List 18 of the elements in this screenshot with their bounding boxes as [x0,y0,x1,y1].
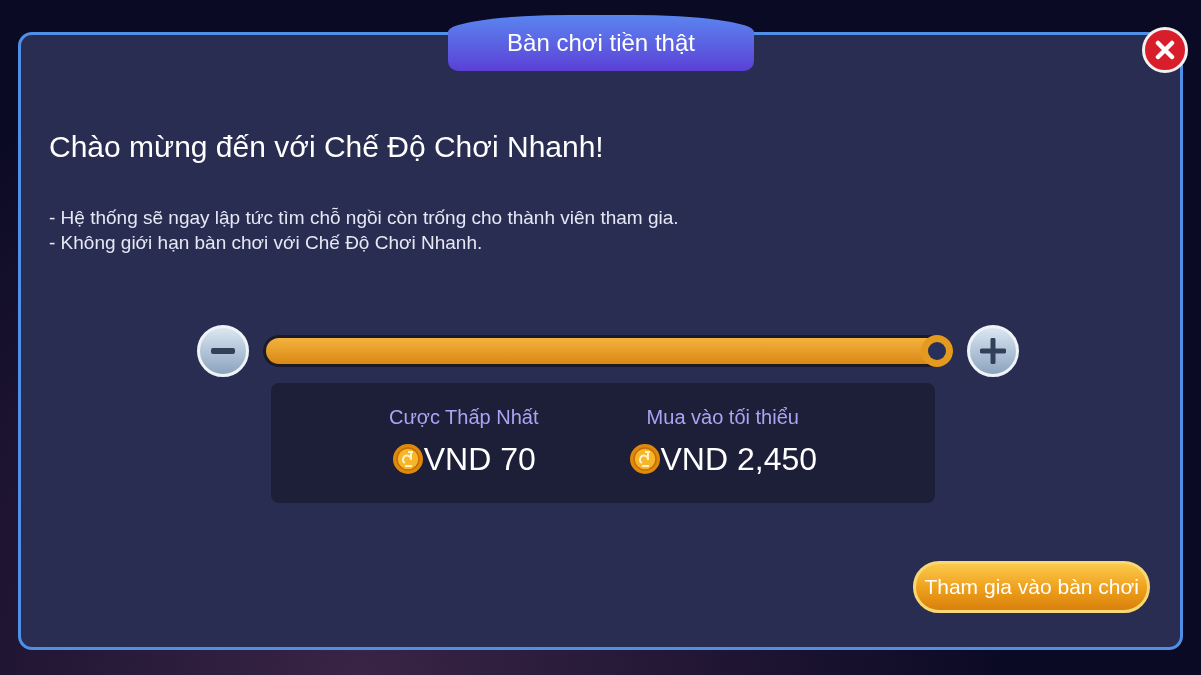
minus-icon [211,348,235,354]
info-text: - Hệ thống sẽ ngay lập tức tìm chỗ ngồi còn trống cho thành viên tham gia. [49,206,680,230]
close-button[interactable] [1142,27,1188,73]
close-icon [1155,40,1175,60]
stat-value: VND 2,450 [660,440,818,479]
join-button[interactable]: Tham gia vào bàn chơi [913,561,1150,613]
info-text: - Không giới hạn bàn chơi với Chế Độ Chơi Nhanh. [49,231,484,255]
stat-value: VND 70 [423,440,536,479]
dialog-heading: Chào mừng đến với Chế Độ Chơi Nhanh! [49,129,605,165]
coin-icon [628,443,661,475]
increase-button[interactable] [967,325,1019,377]
stat-label: Cược Thấp Nhất [388,405,539,430]
slider-thumb[interactable] [921,335,953,367]
plus-icon [980,338,1006,364]
title-ribbon: Bàn chơi tiền thật [448,15,754,71]
coin-icon [391,443,424,475]
decrease-button[interactable] [197,325,249,377]
stat-label: Mua vào tối thiểu [646,405,799,430]
